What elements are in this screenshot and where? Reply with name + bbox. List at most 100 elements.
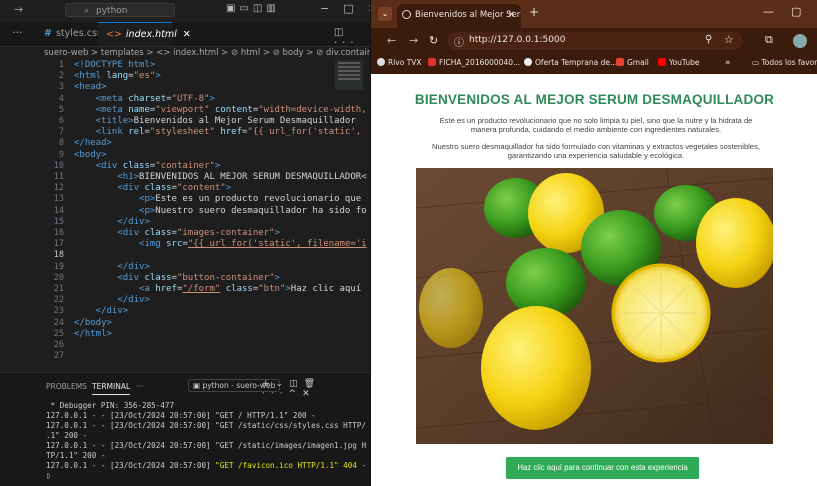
document-icon bbox=[428, 58, 436, 66]
close-icon[interactable]: ✕ bbox=[183, 29, 191, 40]
code-line: <a href="/form" class="btn">Haz clic aqu… bbox=[74, 284, 362, 294]
line-number: 27 bbox=[53, 351, 64, 362]
line-number: 1 bbox=[58, 60, 64, 70]
command-search-box[interactable]: ⌕ python bbox=[65, 3, 175, 17]
tab-styles-css[interactable]: # styles.css bbox=[36, 22, 102, 46]
command-search-text: python bbox=[96, 6, 128, 16]
code-line: </div> bbox=[74, 295, 150, 306]
bookmark-ficha[interactable]: FICHA_2016000040... bbox=[428, 58, 520, 67]
terminal-line: 127.0.0.1 - - [23/Oct/2024 20:57:00] "GE… bbox=[46, 411, 316, 420]
web-page: BIENVENIDOS AL MEJOR SERUM DESMAQUILLADO… bbox=[371, 74, 817, 486]
browser-toolbar: ← → ↻ ⓘ http://127.0.0.1:5000 ⚲ ☆ ⧉ bbox=[371, 28, 817, 54]
code-line: <div class="button-container"> bbox=[74, 272, 280, 283]
back-arrow-icon[interactable]: ← bbox=[387, 34, 396, 47]
code-line: <p>Este es un producto revolucionario qu… bbox=[74, 194, 362, 205]
address-url: http://127.0.0.1:5000 bbox=[469, 35, 566, 45]
maximize-icon[interactable]: ▢ bbox=[791, 5, 801, 18]
close-icon[interactable]: ✕ bbox=[508, 4, 515, 26]
line-number: 10 bbox=[53, 160, 64, 171]
breadcrumb[interactable]: suero-web > templates > <> index.html > … bbox=[0, 46, 370, 60]
html-file-icon: <> bbox=[106, 29, 122, 40]
page-title: BIENVENIDOS AL MEJOR SERUM DESMAQUILLADO… bbox=[414, 92, 775, 107]
search-icon: ⌕ bbox=[84, 6, 90, 16]
terminal-output[interactable]: * Debugger PIN: 356-285-477 127.0.0.1 - -… bbox=[46, 401, 366, 481]
code-line: <meta charset="UTF-8"> bbox=[74, 93, 215, 104]
css-file-icon: # bbox=[44, 28, 52, 39]
line-number: 8 bbox=[58, 138, 64, 149]
code-line: </div> bbox=[74, 216, 150, 227]
profile-avatar[interactable] bbox=[793, 34, 807, 48]
intro-paragraph: Este es un producto revolucionario que n… bbox=[439, 116, 753, 134]
code-line: <title>Bienvenidos al Mejor Serum Desmaq… bbox=[74, 116, 356, 126]
line-number: 26 bbox=[53, 340, 64, 350]
forward-arrow-icon[interactable]: → bbox=[409, 34, 418, 47]
lemons-photo bbox=[416, 168, 773, 444]
code-line: <head> bbox=[74, 82, 107, 93]
code-line: <div class="images-container"> bbox=[74, 228, 280, 238]
terminal-controls-icon[interactable]: +⌄◫🗑···^✕ bbox=[262, 379, 370, 399]
vscode-title-bar: → ⌕ python ▣▭◫▥ −□✕ bbox=[0, 0, 370, 23]
bookmark-oferta[interactable]: Oferta Temprana de... bbox=[524, 58, 617, 67]
more-icon[interactable]: ··· bbox=[136, 382, 143, 391]
extensions-icon[interactable]: ⧉ bbox=[765, 33, 773, 47]
window-controls-icon[interactable]: −□✕ bbox=[320, 2, 370, 15]
browser-window: ⌄ Bienvenidos al Mejor Serum De ✕ + — ▢ … bbox=[370, 0, 817, 486]
gmail-icon bbox=[616, 58, 624, 66]
bookmark-rivo-tvx[interactable]: Rivo TVX bbox=[377, 58, 422, 67]
code-line: <img src="{{ url_for('static', filename=… bbox=[74, 239, 367, 250]
line-number: 6 bbox=[58, 116, 64, 126]
line-number: 15 bbox=[53, 216, 64, 227]
bookmarks-overflow-icon[interactable]: » bbox=[725, 58, 731, 68]
terminal-line: .1" 200 - bbox=[46, 431, 88, 440]
editor-tab-bar: ··· # styles.css <> index.html ✕ ◫ ··· bbox=[0, 22, 370, 49]
more-icon[interactable]: ··· bbox=[12, 26, 23, 39]
youtube-icon bbox=[658, 58, 666, 66]
terminal-line: 127.0.0.1 - - [23/Oct/2024 20:57:00] "GE… bbox=[46, 421, 366, 430]
code-line: </head> bbox=[74, 138, 112, 149]
minimap[interactable] bbox=[335, 60, 363, 90]
code-line: <div class="container"> bbox=[74, 160, 221, 171]
continue-button[interactable]: Haz clic aquí para continuar con esta ex… bbox=[506, 457, 699, 479]
code-line: <p>Nuestro suero desmaquillador ha sido … bbox=[74, 205, 367, 216]
site-info-icon[interactable]: ⓘ bbox=[454, 34, 464, 49]
address-bar[interactable]: ⓘ http://127.0.0.1:5000 ⚲ ☆ bbox=[447, 32, 743, 50]
new-tab-plus-icon[interactable]: + bbox=[529, 5, 539, 19]
line-number: 4 bbox=[58, 93, 64, 104]
tab-index-html[interactable]: <> index.html ✕ bbox=[98, 22, 191, 46]
browser-tab-strip: ⌄ Bienvenidos al Mejor Serum De ✕ + — ▢ bbox=[371, 0, 817, 28]
line-number: 12 bbox=[53, 183, 64, 194]
line-number: 9 bbox=[58, 149, 64, 160]
browser-tab-title: Bienvenidos al Mejor Serum De bbox=[415, 10, 521, 20]
browser-tab-active[interactable]: Bienvenidos al Mejor Serum De ✕ bbox=[397, 4, 521, 28]
line-number: 21 bbox=[53, 284, 64, 294]
code-line: <!DOCTYPE html> bbox=[74, 60, 156, 70]
tab-terminal[interactable]: TERMINAL bbox=[92, 382, 131, 395]
layout-controls-icon[interactable]: ▣▭◫▥ bbox=[226, 3, 280, 14]
arrow-right-icon[interactable]: → bbox=[14, 3, 23, 16]
reload-icon[interactable]: ↻ bbox=[429, 34, 438, 47]
vscode-window: → ⌕ python ▣▭◫▥ −□✕ ··· #styles.css <>in… bbox=[0, 0, 370, 486]
bookmark-youtube[interactable]: YouTube bbox=[658, 58, 700, 67]
tab-problems[interactable]: PROBLEMS bbox=[46, 382, 87, 391]
code-editor[interactable]: 1 2 3 4 5 6 7 8 9 10 11 12 13 14 15 16 1… bbox=[0, 60, 370, 370]
terminal-line: * Debugger PIN: 356-285-477 bbox=[46, 401, 175, 410]
code-line: <meta name="viewport" content="width=dev… bbox=[74, 104, 367, 115]
tab-label: index.html bbox=[125, 29, 177, 40]
tab-label: styles.css bbox=[55, 28, 102, 39]
zoom-icon[interactable]: ⚲ bbox=[705, 34, 712, 45]
code-line: </body> bbox=[74, 317, 112, 328]
line-number: 3 bbox=[58, 82, 64, 93]
globe-icon bbox=[524, 58, 532, 66]
all-bookmarks[interactable]: ▭ Todos los favoritos bbox=[752, 58, 817, 67]
line-number: 23 bbox=[53, 306, 64, 317]
terminal-line: 127.0.0.1 - - [23/Oct/2024 20:57:00] "GE… bbox=[46, 461, 366, 470]
code-line: <link rel="stylesheet" href="{{ url_for(… bbox=[74, 127, 362, 138]
code-line: </div> bbox=[74, 261, 150, 272]
tab-search-icon[interactable]: ⌄ bbox=[378, 7, 392, 21]
code-line: <h1>BIENVENIDOS AL MEJOR SERUM DESMAQUIL… bbox=[74, 172, 367, 182]
code-line: <body> bbox=[74, 149, 107, 160]
line-number: 22 bbox=[53, 295, 64, 306]
bookmark-gmail[interactable]: Gmail bbox=[616, 58, 649, 67]
minimize-icon[interactable]: — bbox=[763, 5, 774, 18]
bookmark-star-icon[interactable]: ☆ bbox=[724, 33, 734, 46]
